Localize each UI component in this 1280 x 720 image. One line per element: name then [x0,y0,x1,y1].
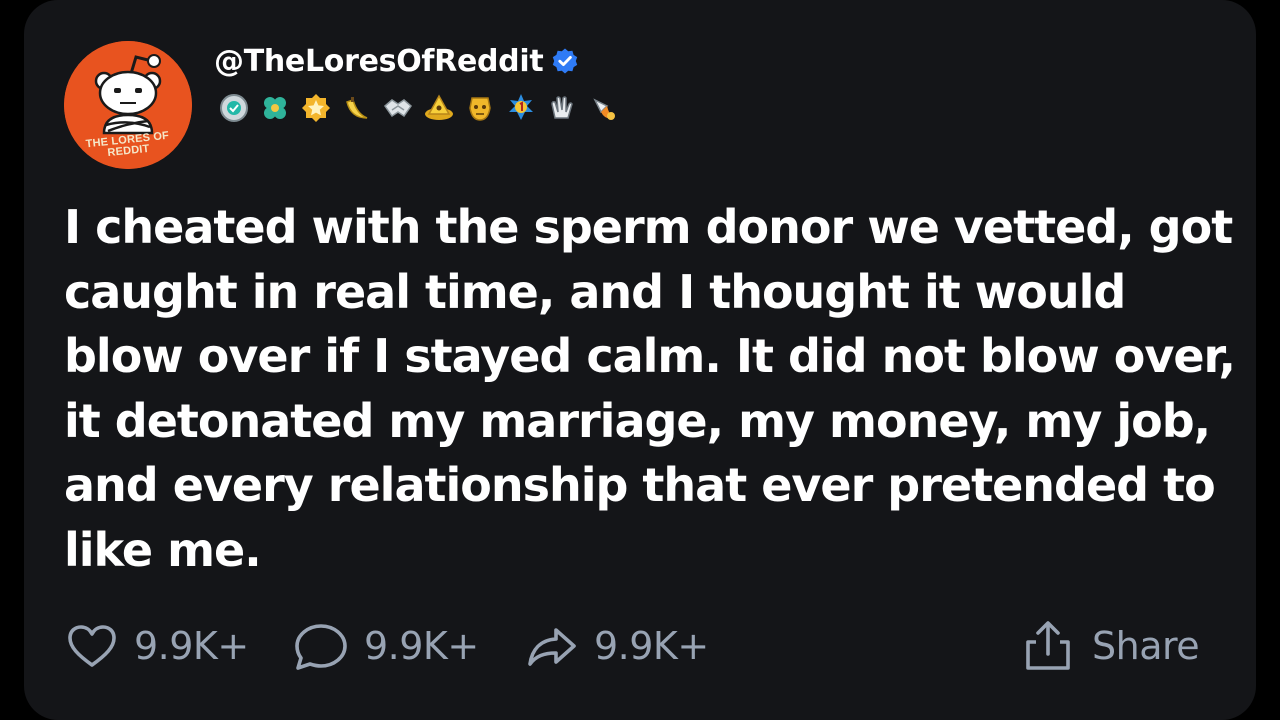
speech-bubble-icon [292,618,350,674]
like-count: 9.9K+ [134,624,249,668]
gold-triangle-award-icon[interactable] [423,92,455,124]
avatar[interactable]: THE LORES OF REDDIT [64,41,192,169]
banana-icon[interactable] [341,92,373,124]
awards-row [218,92,619,124]
repost-button[interactable]: 9.9K+ [524,615,709,677]
profile-handle[interactable]: @TheLoresOfReddit [214,44,544,79]
profile-header: @TheLoresOfReddit [214,40,579,82]
comment-count: 9.9K+ [364,624,479,668]
comment-button[interactable]: 9.9K+ [292,615,479,677]
share-button[interactable]: Share [1018,615,1200,677]
share-label: Share [1092,624,1200,668]
number-one-badge-icon[interactable] [505,92,537,124]
heart-icon [64,618,120,674]
action-bar: 9.9K+ 9.9K+ 9.9K+ Share [64,615,1224,677]
repost-count: 9.9K+ [594,624,709,668]
golden-mask-icon[interactable] [464,92,496,124]
gold-star-badge-icon[interactable] [300,92,332,124]
like-button[interactable]: 9.9K+ [64,615,249,677]
post-card: THE LORES OF REDDIT @TheLoresOfReddit I … [24,0,1256,720]
share-upload-icon [1018,616,1078,676]
clover-award-icon[interactable] [259,92,291,124]
silver-medal-icon[interactable] [218,92,250,124]
post-text: I cheated with the sperm donor we vetted… [64,200,1236,577]
clapping-hands-icon[interactable] [546,92,578,124]
handshake-icon[interactable] [382,92,414,124]
forward-arrow-icon [524,618,580,674]
verified-badge-icon [551,47,579,75]
rocket-like-icon[interactable] [587,92,619,124]
